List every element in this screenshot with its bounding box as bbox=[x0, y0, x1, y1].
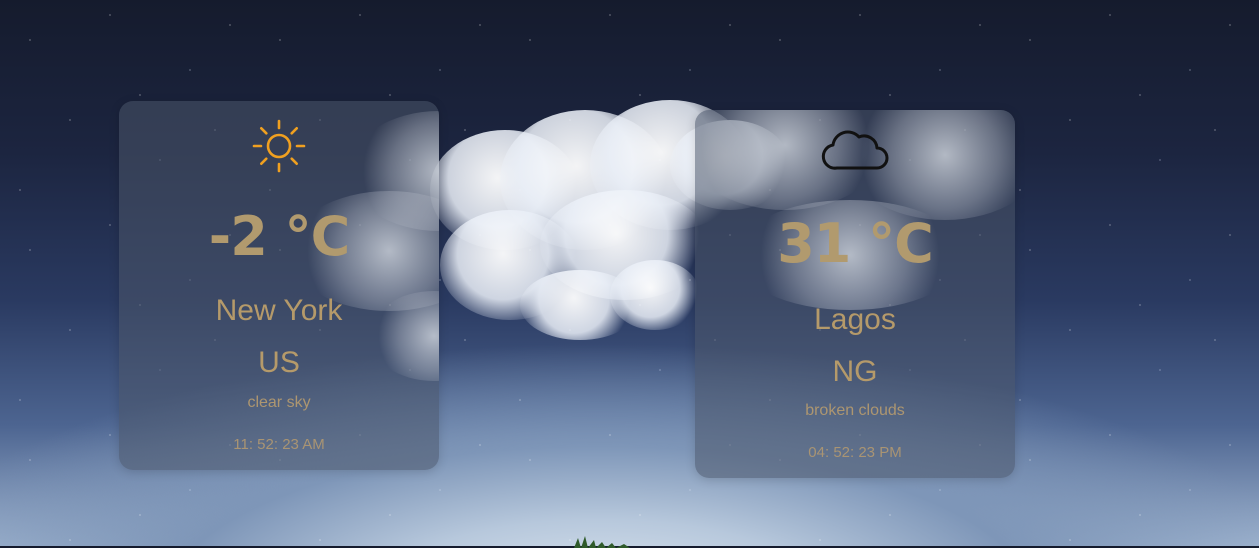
weather-description: clear sky bbox=[247, 394, 311, 411]
city-name: Lagos bbox=[814, 303, 896, 336]
weather-description: broken clouds bbox=[805, 402, 905, 419]
weather-card-new-york: -2 °C New York US clear sky 11: 52: 23 A… bbox=[119, 101, 439, 470]
temperature-value: 31 °C bbox=[777, 212, 934, 275]
cloud-icon bbox=[695, 124, 1015, 178]
local-time: 11: 52: 23 AM bbox=[233, 436, 325, 453]
temperature-value: -2 °C bbox=[208, 205, 350, 268]
weather-card-lagos: 31 °C Lagos NG broken clouds 04: 52: 23 … bbox=[695, 110, 1015, 478]
sun-icon bbox=[119, 119, 439, 173]
city-name: New York bbox=[215, 294, 343, 327]
country-code: NG bbox=[832, 355, 878, 388]
country-code: US bbox=[258, 346, 300, 379]
local-time: 04: 52: 23 PM bbox=[808, 444, 902, 461]
